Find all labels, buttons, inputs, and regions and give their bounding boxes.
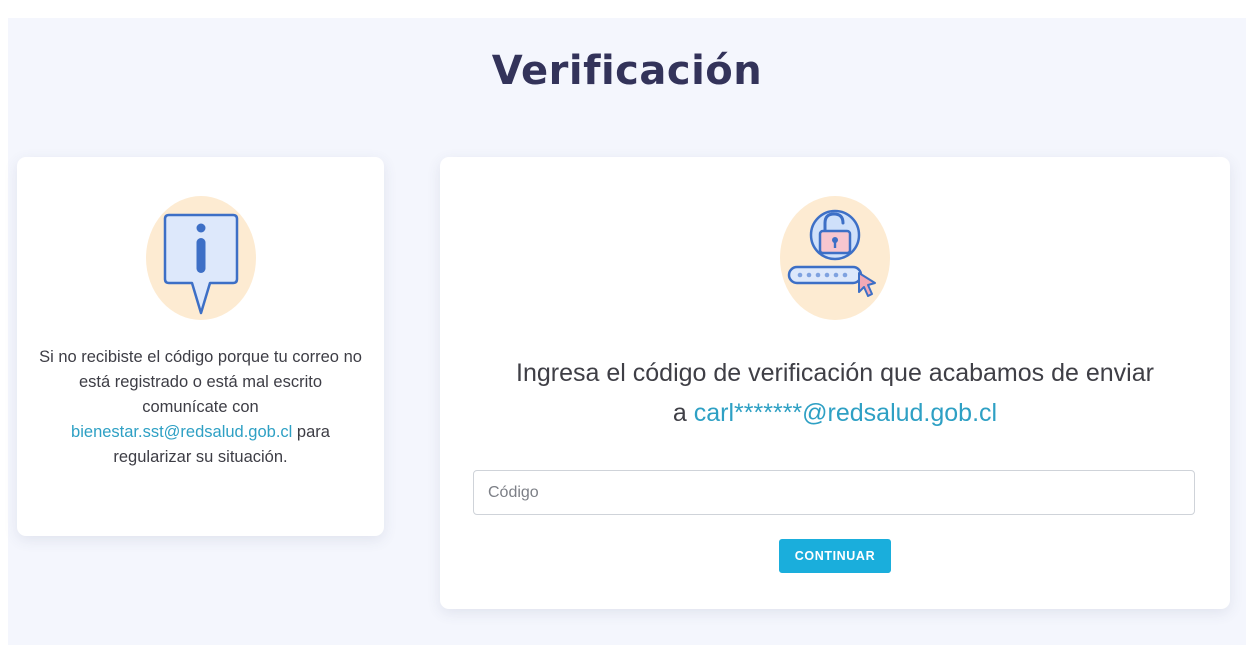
verification-prompt: Ingresa el código de verificación que ac… — [460, 353, 1210, 433]
info-text-before: Si no recibiste el código porque tu corr… — [39, 348, 362, 416]
info-card: Si no recibiste el código porque tu corr… — [17, 157, 384, 536]
verification-card: Ingresa el código de verificación que ac… — [440, 157, 1230, 609]
support-email-link[interactable]: bienestar.sst@redsalud.gob.cl — [71, 423, 292, 441]
continue-button[interactable]: CONTINUAR — [779, 539, 891, 573]
verification-code-input[interactable] — [473, 470, 1195, 515]
verification-page: Verificación Si no recibiste el código p… — [8, 18, 1246, 645]
prompt-line-1: Ingresa el código de verificación que ac… — [516, 359, 1154, 387]
page-title: Verificación — [491, 48, 763, 94]
info-speech-bubble-icon — [146, 196, 256, 320]
info-message: Si no recibiste el código porque tu corr… — [37, 345, 364, 470]
unlocked-padlock-password-icon — [780, 196, 890, 320]
masked-email: carl*******@redsalud.gob.cl — [693, 399, 998, 427]
prompt-line-2-prefix: a — [672, 399, 694, 427]
prompt-line-2: a carl*******@redsalud.gob.cl — [460, 393, 1210, 433]
